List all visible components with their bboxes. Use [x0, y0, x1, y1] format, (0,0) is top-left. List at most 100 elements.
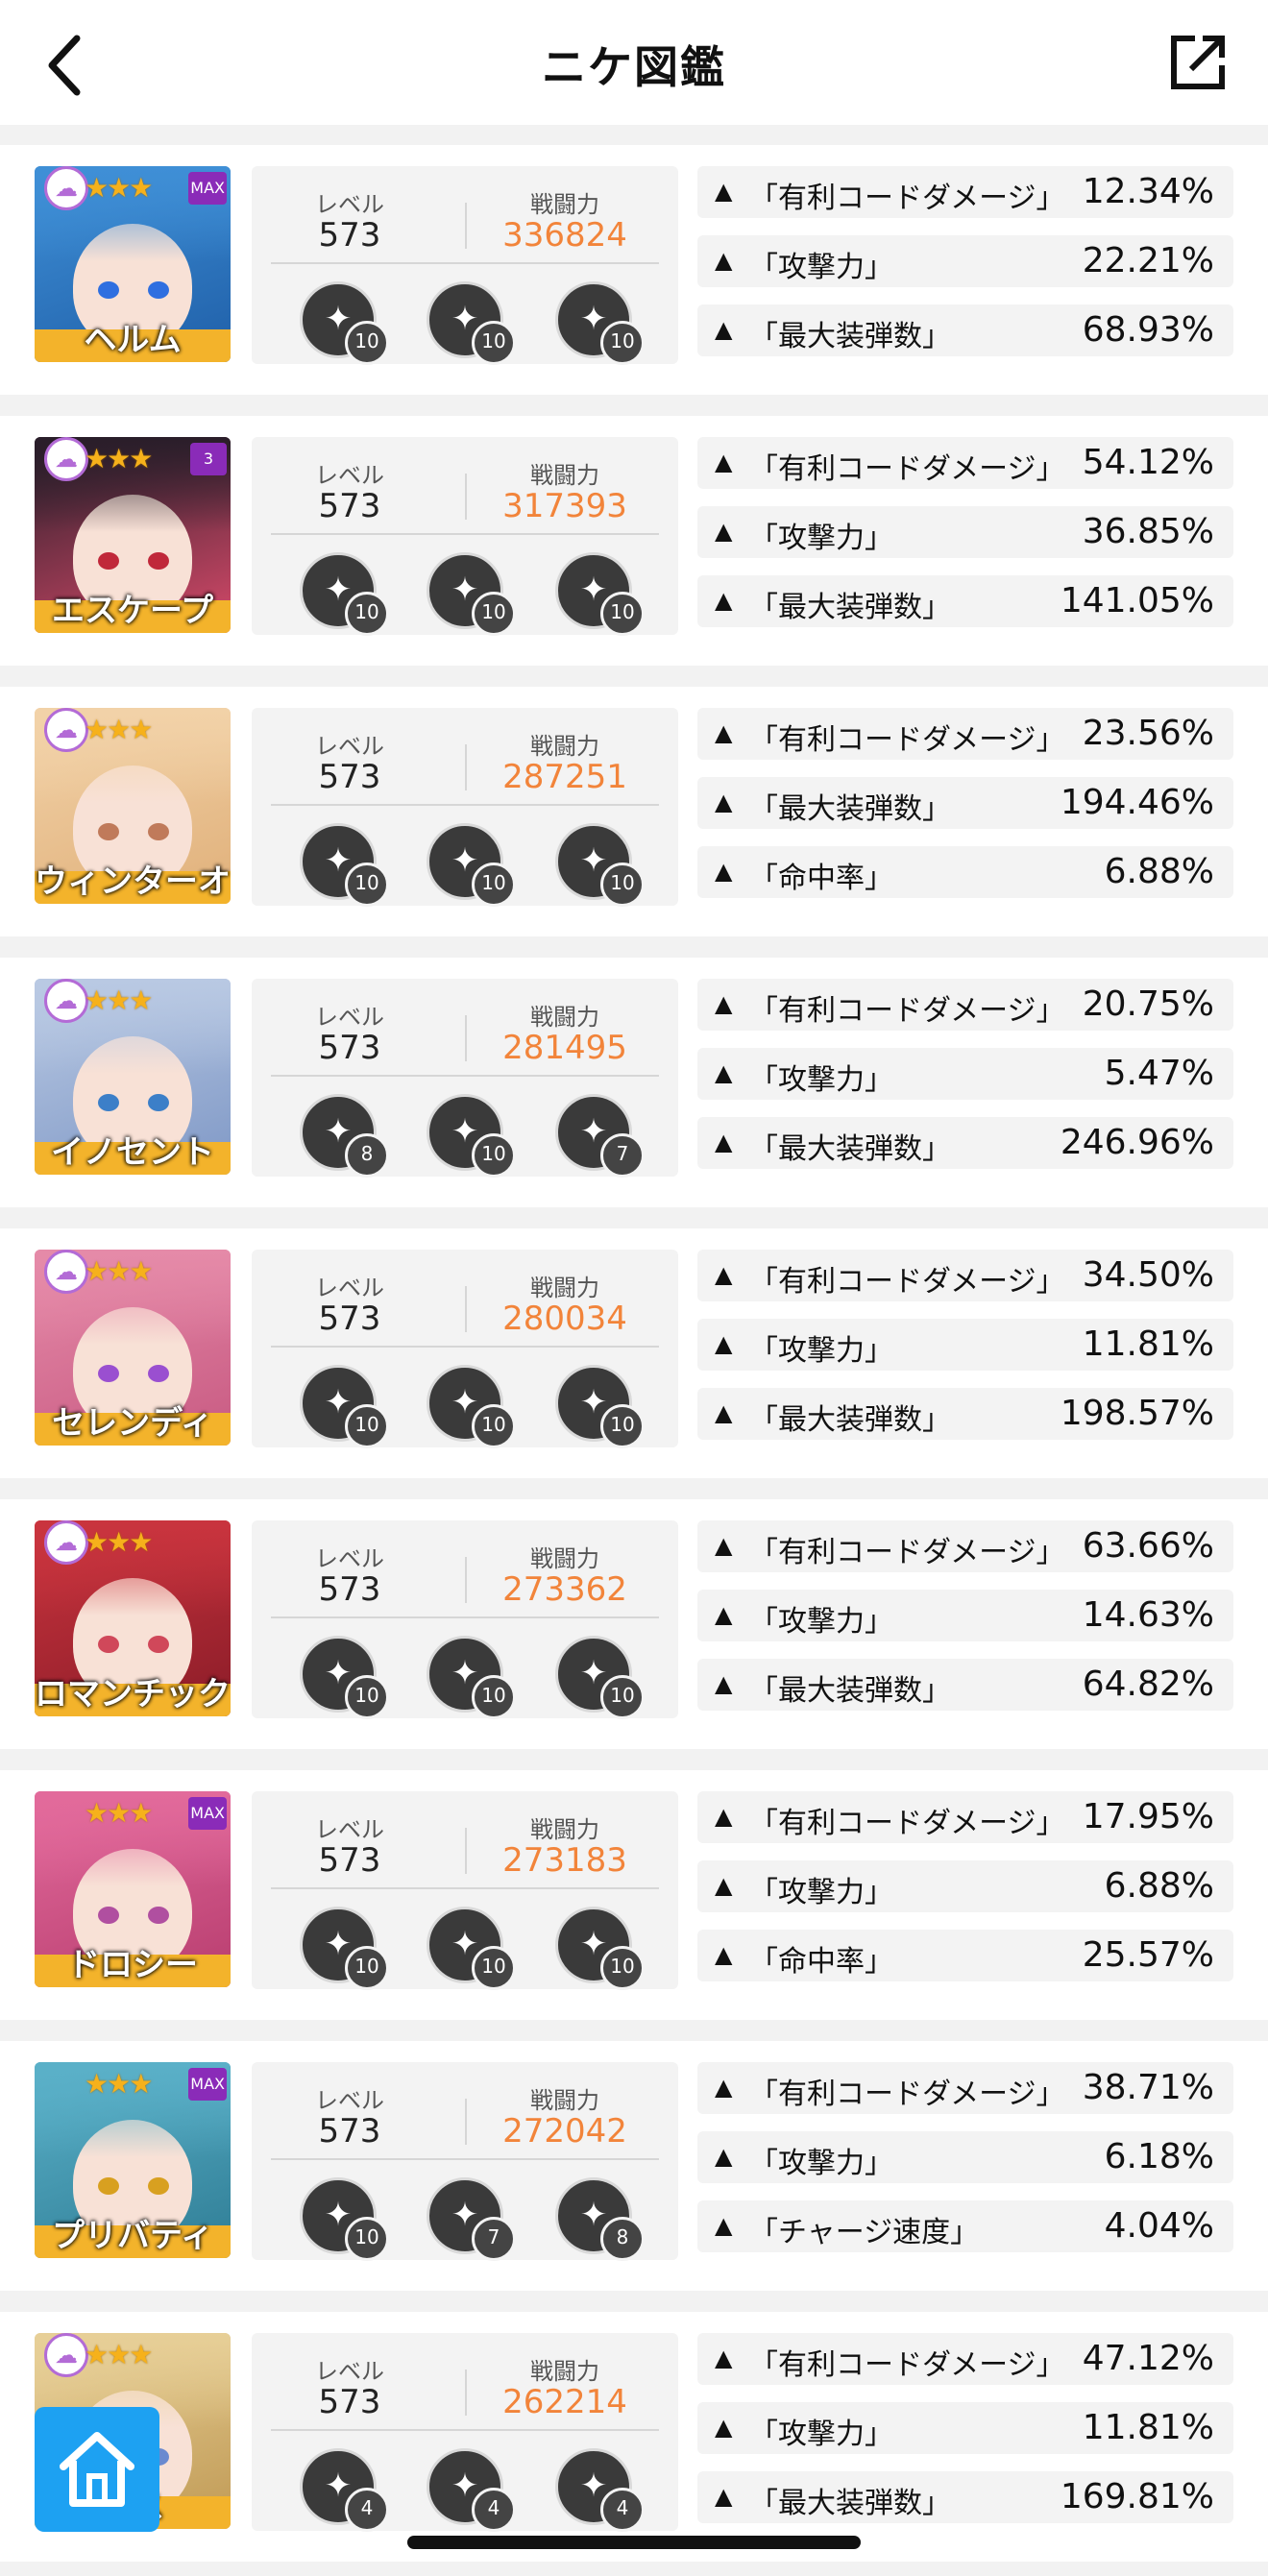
effect-name: 「有利コードダメージ」: [749, 2078, 1065, 2111]
skill-icon[interactable]: ✦ 10: [555, 823, 645, 907]
stats-panel: レベル 573 戦闘力 336824 ✦ 10 ✦ 10 ✦ 10: [252, 166, 678, 365]
nikke-name: ヘルム: [84, 321, 182, 359]
power-label: 戦闘力: [530, 191, 599, 218]
skill-icon[interactable]: ✦ 10: [427, 1365, 516, 1448]
skill-level-badge: 10: [472, 1133, 516, 1178]
skill-icon[interactable]: ✦ 10: [427, 1907, 516, 1990]
skill-icon[interactable]: ✦ 10: [555, 552, 645, 636]
effect-value: 47.12%: [1082, 2339, 1214, 2378]
avatar-eye: [148, 281, 169, 299]
level-label: レベル: [315, 191, 384, 218]
skill-level-badge: 10: [600, 1675, 645, 1719]
effect-value: 63.66%: [1082, 1526, 1214, 1566]
skill-icon[interactable]: ✦ 4: [300, 2448, 389, 2532]
skill-level-badge: 10: [600, 1404, 645, 1448]
power-value: 336824: [502, 216, 627, 255]
skill-icon[interactable]: ✦ 8: [555, 2177, 645, 2261]
skill-icon[interactable]: ✦ 10: [555, 1636, 645, 1719]
triangle-up-icon: ▲: [715, 1330, 733, 1357]
skill-icon[interactable]: ✦ 10: [427, 281, 516, 365]
triangle-up-icon: ▲: [715, 1670, 733, 1697]
skill-icon[interactable]: ✦ 4: [555, 2448, 645, 2532]
nikke-card[interactable]: エスケープ ☁ ★★★ 3 レベル 573 戦闘力 317393 ✦ 10 ✦ …: [0, 416, 1268, 666]
burst-cloud-icon: ☁: [44, 708, 88, 752]
nikke-avatar[interactable]: ロマンチック ☁ ★★★: [35, 1520, 231, 1716]
nikke-name: エスケープ: [52, 592, 213, 630]
cube-effect-row: ▲ 「有利コードダメージ」 17.95%: [697, 1791, 1233, 1843]
stats-panel: レベル 573 戦闘力 262214 ✦ 4 ✦ 4 ✦ 4: [252, 2333, 678, 2532]
nikke-card[interactable]: プリバティ ★★★ MAX レベル 573 戦闘力 272042 ✦ 10 ✦ …: [0, 2041, 1268, 2291]
star-rating: ★★★: [85, 1797, 153, 1829]
effect-value: 25.57%: [1082, 1935, 1214, 1975]
limit-break-badge: 3: [190, 443, 227, 475]
power-label: 戦闘力: [530, 2087, 599, 2114]
skill-icon[interactable]: ✦ 8: [300, 1094, 389, 1178]
nikke-avatar[interactable]: イノセント ☁ ★★★: [35, 979, 231, 1175]
nikke-card[interactable]: セレンディ ☁ ★★★ レベル 573 戦闘力 280034 ✦ 10 ✦ 10…: [0, 1228, 1268, 1478]
burst-cloud-icon: ☁: [44, 979, 88, 1023]
skill-icon[interactable]: ✦ 10: [555, 1907, 645, 1990]
share-button[interactable]: [1166, 31, 1230, 94]
skill-icon[interactable]: ✦ 10: [300, 281, 389, 365]
power-label: 戦闘力: [530, 733, 599, 760]
skill-level-badge: 7: [600, 1133, 645, 1178]
power-value: 280034: [502, 1300, 627, 1338]
triangle-up-icon: ▲: [715, 518, 733, 545]
triangle-up-icon: ▲: [715, 2345, 733, 2371]
skill-icon[interactable]: ✦ 10: [300, 2177, 389, 2261]
skill-level-badge: 10: [600, 1946, 645, 1990]
level-label: レベル: [315, 2087, 384, 2114]
avatar-eye: [98, 823, 119, 840]
home-button[interactable]: [35, 2407, 159, 2532]
skill-level-badge: 8: [345, 1133, 389, 1178]
burst-cloud-icon: ☁: [44, 1250, 88, 1294]
avatar-eye: [148, 1636, 169, 1653]
triangle-up-icon: ▲: [715, 2074, 733, 2101]
nikke-avatar[interactable]: プリバティ ★★★ MAX: [35, 2062, 231, 2258]
level-value: 573: [318, 1029, 381, 1067]
effect-name: 「最大装弾数」: [749, 1132, 951, 1166]
effect-value: 169.81%: [1060, 2477, 1214, 2516]
effect-name: 「命中率」: [749, 862, 893, 895]
nikke-card[interactable]: イノセント ☁ ★★★ レベル 573 戦闘力 281495 ✦ 8 ✦ 10 …: [0, 958, 1268, 1207]
nikke-avatar[interactable]: セレンディ ☁ ★★★: [35, 1250, 231, 1446]
skill-icon[interactable]: ✦ 7: [555, 1094, 645, 1178]
skill-icon[interactable]: ✦ 10: [300, 823, 389, 907]
cube-effect-row: ▲ 「有利コードダメージ」 34.50%: [697, 1250, 1233, 1301]
nikke-card[interactable]: ウィンターオ ☁ ★★★ レベル 573 戦闘力 287251 ✦ 10 ✦ 1…: [0, 687, 1268, 936]
page-title: ニケ図鑑: [542, 41, 726, 93]
skill-icon[interactable]: ✦ 4: [427, 2448, 516, 2532]
skill-icon[interactable]: ✦ 10: [300, 1365, 389, 1448]
effect-name: 「最大装弾数」: [749, 320, 951, 353]
nikke-name: セレンディ: [52, 1404, 213, 1443]
power-label: 戦闘力: [530, 1275, 599, 1301]
nikke-avatar[interactable]: ドロシー ★★★ MAX: [35, 1791, 231, 1987]
skill-icon[interactable]: ✦ 10: [300, 1636, 389, 1719]
nikke-card[interactable]: ドロシー ★★★ MAX レベル 573 戦闘力 273183 ✦ 10 ✦ 1…: [0, 1770, 1268, 2020]
nikke-card[interactable]: ース ☁ ★★★ レベル 573 戦闘力 262214 ✦ 4 ✦ 4 ✦ 4: [0, 2312, 1268, 2562]
effect-value: 20.75%: [1082, 984, 1214, 1024]
skill-icon[interactable]: ✦ 10: [555, 281, 645, 365]
skill-icon[interactable]: ✦ 10: [427, 1636, 516, 1719]
skill-icon[interactable]: ✦ 10: [555, 1365, 645, 1448]
skill-icon[interactable]: ✦ 7: [427, 2177, 516, 2261]
nikke-avatar[interactable]: ヘルム ☁ ★★★ MAX: [35, 166, 231, 362]
effect-name: 「有利コードダメージ」: [749, 2348, 1065, 2382]
effect-name: 「有利コードダメージ」: [749, 723, 1065, 757]
skill-icon[interactable]: ✦ 10: [300, 1907, 389, 1990]
nikke-avatar[interactable]: ウィンターオ ☁ ★★★: [35, 708, 231, 904]
nikke-avatar[interactable]: エスケープ ☁ ★★★ 3: [35, 437, 231, 633]
skill-level-badge: 10: [345, 592, 389, 636]
stats-divider: [465, 2369, 467, 2416]
skill-icon[interactable]: ✦ 10: [300, 552, 389, 636]
power-value: 272042: [502, 2112, 627, 2151]
nikke-card[interactable]: ヘルム ☁ ★★★ MAX レベル 573 戦闘力 336824 ✦ 10 ✦ …: [0, 145, 1268, 395]
power-label: 戦闘力: [530, 1816, 599, 1843]
nikke-card[interactable]: ロマンチック ☁ ★★★ レベル 573 戦闘力 273362 ✦ 10 ✦ 1…: [0, 1499, 1268, 1749]
skill-icon[interactable]: ✦ 10: [427, 552, 516, 636]
effect-name: 「攻撃力」: [749, 1876, 893, 1909]
skill-icon[interactable]: ✦ 10: [427, 823, 516, 907]
skill-level-badge: 8: [600, 2217, 645, 2261]
skill-icon[interactable]: ✦ 10: [427, 1094, 516, 1178]
effect-value: 17.95%: [1082, 1797, 1214, 1836]
